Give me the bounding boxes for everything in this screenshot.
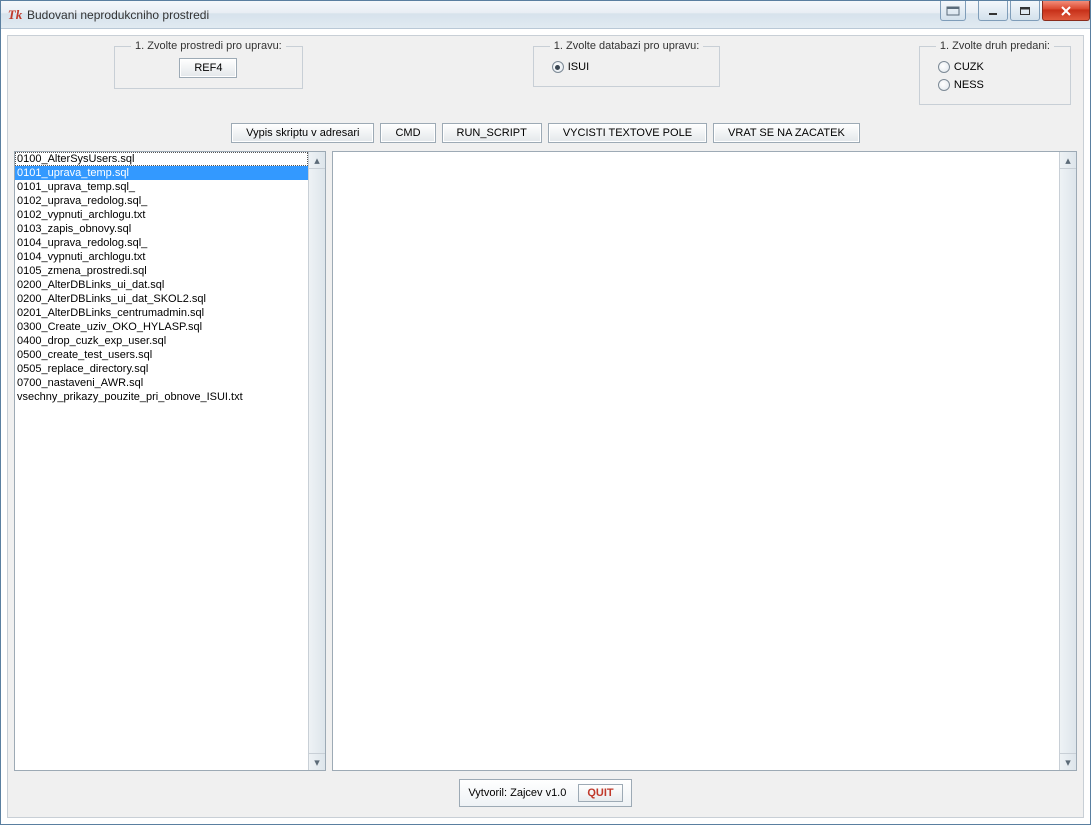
radio-cuzk[interactable]: CUZK	[936, 58, 1054, 76]
credits-label: Vytvoril: Zajcev v1.0	[468, 787, 566, 799]
list-item[interactable]: 0700_nastaveni_AWR.sql	[15, 376, 308, 390]
radio-ness[interactable]: NESS	[936, 76, 1054, 94]
group-handover-legend: 1. Zvolte druh predani:	[936, 40, 1054, 52]
script-listbox[interactable]: 0100_AlterSysUsers.sql0101_uprava_temp.s…	[15, 152, 308, 770]
listbox-scrollbar[interactable]: ▴ ▾	[308, 152, 325, 770]
list-item[interactable]: 0101_uprava_temp.sql	[15, 166, 308, 180]
list-item[interactable]: 0400_drop_cuzk_exp_user.sql	[15, 334, 308, 348]
output-panel: ▴ ▾	[332, 151, 1077, 771]
list-item[interactable]: 0102_uprava_redolog.sql_	[15, 194, 308, 208]
radio-isui[interactable]: ISUI	[550, 58, 704, 76]
list-item[interactable]: 0201_AlterDBLinks_centrumadmin.sql	[15, 306, 308, 320]
radio-icon	[938, 79, 950, 91]
list-scripts-button[interactable]: Vypis skriptu v adresari	[231, 123, 374, 143]
titlebar: Tk Budovani neprodukcniho prostredi	[1, 1, 1090, 29]
group-environment-legend: 1. Zvolte prostredi pro upravu:	[131, 40, 286, 52]
script-list-panel: 0100_AlterSysUsers.sql0101_uprava_temp.s…	[14, 151, 326, 771]
clear-output-button[interactable]: VYCISTI TEXTOVE POLE	[548, 123, 707, 143]
radio-label: CUZK	[954, 61, 984, 73]
quit-button[interactable]: QUIT	[578, 784, 622, 802]
radio-icon	[552, 61, 564, 73]
window-buttons	[938, 1, 1090, 21]
output-scrollbar[interactable]: ▴ ▾	[1059, 152, 1076, 770]
list-item[interactable]: 0500_create_test_users.sql	[15, 348, 308, 362]
top-groups-row: 1. Zvolte prostredi pro upravu: REF4 1. …	[14, 40, 1077, 105]
aux-window-button[interactable]	[940, 1, 966, 21]
list-item[interactable]: 0102_vypnuti_archlogu.txt	[15, 208, 308, 222]
footer: Vytvoril: Zajcev v1.0 QUIT	[14, 771, 1077, 811]
list-item[interactable]: 0100_AlterSysUsers.sql	[15, 152, 308, 166]
scroll-down-icon[interactable]: ▾	[1060, 753, 1076, 770]
list-item[interactable]: vsechny_prikazy_pouzite_pri_obnove_ISUI.…	[15, 390, 308, 404]
minimize-button[interactable]	[978, 1, 1008, 21]
app-icon: Tk	[7, 7, 23, 23]
cmd-button[interactable]: CMD	[380, 123, 435, 143]
go-to-start-button[interactable]: VRAT SE NA ZACATEK	[713, 123, 860, 143]
list-item[interactable]: 0101_uprava_temp.sql_	[15, 180, 308, 194]
radio-icon	[938, 61, 950, 73]
group-handover: 1. Zvolte druh predani: CUZK NESS	[919, 40, 1071, 105]
radio-label: ISUI	[568, 61, 589, 73]
main-split: 0100_AlterSysUsers.sql0101_uprava_temp.s…	[14, 151, 1077, 771]
list-item[interactable]: 0103_zapis_obnovy.sql	[15, 222, 308, 236]
toolbar: Vypis skriptu v adresari CMD RUN_SCRIPT …	[14, 123, 1077, 143]
output-textbox[interactable]	[333, 152, 1059, 770]
list-item[interactable]: 0300_Create_uziv_OKO_HYLASP.sql	[15, 320, 308, 334]
list-item[interactable]: 0505_replace_directory.sql	[15, 362, 308, 376]
radio-label: NESS	[954, 79, 984, 91]
run-script-button[interactable]: RUN_SCRIPT	[442, 123, 542, 143]
scroll-down-icon[interactable]: ▾	[309, 753, 325, 770]
env-button[interactable]: REF4	[179, 58, 237, 78]
window-title: Budovani neprodukcniho prostredi	[27, 8, 209, 22]
scroll-up-icon[interactable]: ▴	[1060, 152, 1076, 169]
list-item[interactable]: 0105_zmena_prostredi.sql	[15, 264, 308, 278]
footer-box: Vytvoril: Zajcev v1.0 QUIT	[459, 779, 631, 807]
scroll-up-icon[interactable]: ▴	[309, 152, 325, 169]
group-database-legend: 1. Zvolte databazi pro upravu:	[550, 40, 704, 52]
list-item[interactable]: 0200_AlterDBLinks_ui_dat_SKOL2.sql	[15, 292, 308, 306]
close-button[interactable]	[1042, 1, 1090, 21]
group-environment: 1. Zvolte prostredi pro upravu: REF4	[114, 40, 303, 89]
list-item[interactable]: 0200_AlterDBLinks_ui_dat.sql	[15, 278, 308, 292]
client-area: 1. Zvolte prostredi pro upravu: REF4 1. …	[7, 35, 1084, 818]
list-item[interactable]: 0104_uprava_redolog.sql_	[15, 236, 308, 250]
app-window: Tk Budovani neprodukcniho prostredi 1. Z…	[0, 0, 1091, 825]
list-item[interactable]: 0104_vypnuti_archlogu.txt	[15, 250, 308, 264]
maximize-button[interactable]	[1010, 1, 1040, 21]
group-database: 1. Zvolte databazi pro upravu: ISUI	[533, 40, 721, 87]
